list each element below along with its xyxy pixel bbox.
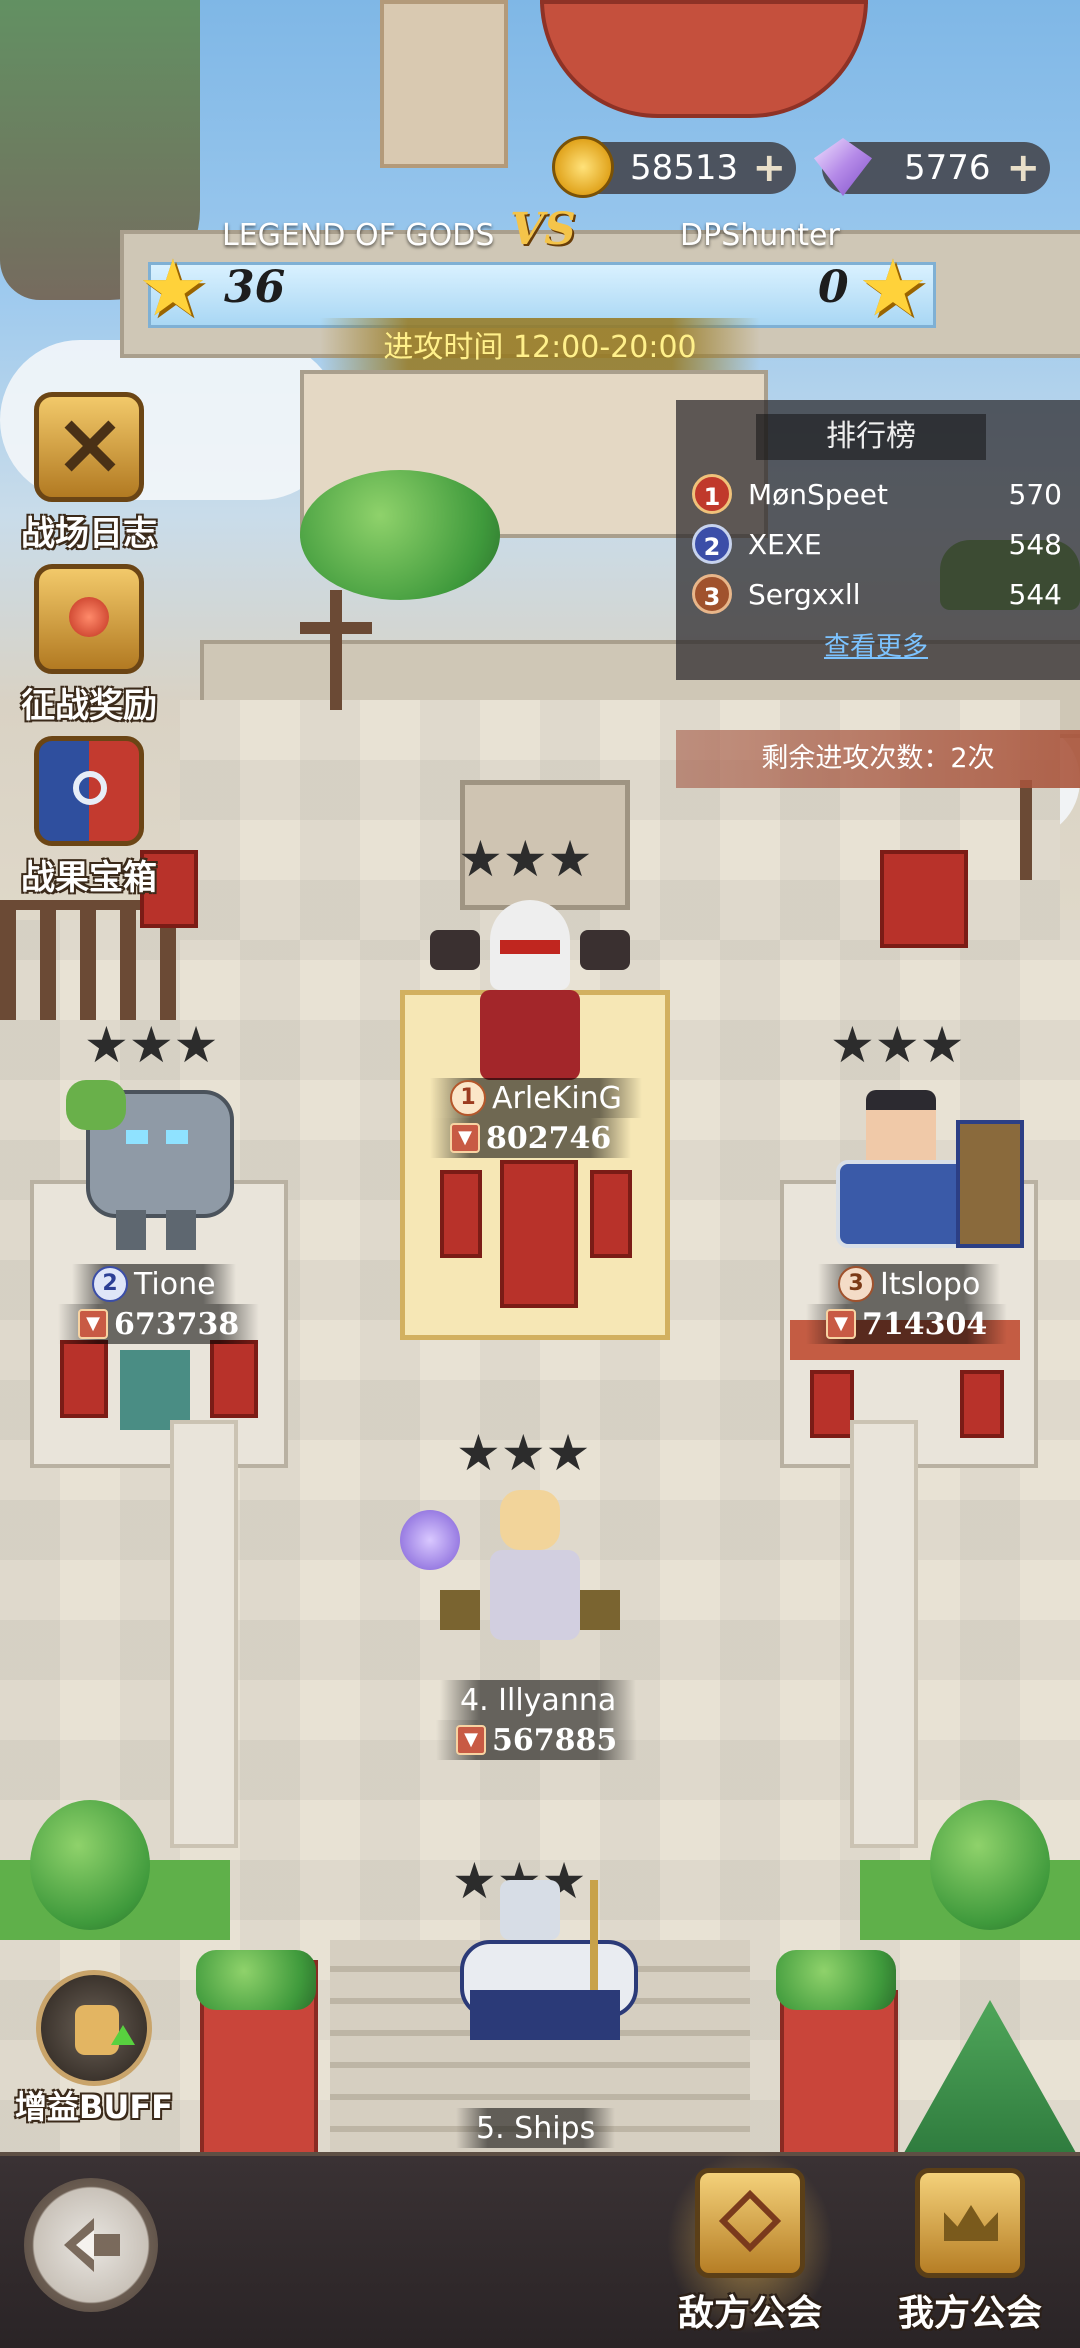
center-throne-banner-r — [590, 1170, 632, 1258]
signpost — [330, 590, 342, 710]
battle-log-button[interactable]: 战场日志 — [14, 392, 164, 555]
rank-2-icon: 2 — [92, 1266, 128, 1302]
hero-5-sprite[interactable] — [440, 1880, 650, 2050]
ranking-row: 3 Sergxxll 544 — [692, 572, 1072, 618]
lower-post-left — [170, 1420, 238, 1848]
campaign-reward-label: 征战奖励 — [21, 686, 157, 726]
hero-2-power: ▼ 673738 — [58, 1304, 260, 1344]
rank-1-medal-icon: 1 — [692, 474, 732, 514]
signpost-right — [1020, 780, 1032, 880]
castle-tower — [380, 0, 508, 168]
buff-button[interactable]: 增益BUFF — [14, 1970, 174, 2128]
ranking-row: 2 XEXE 548 — [692, 522, 1072, 568]
ranking-score: 544 — [1008, 578, 1062, 611]
hero-2-name: 2 Tione — [72, 1264, 236, 1304]
ranking-panel: 排行榜 1 MønSpeet 570 2 XEXE 548 3 Sergxxll… — [676, 400, 1080, 680]
hero-1-stars: ★★★ — [458, 830, 593, 888]
tab-enemy-guild[interactable]: 敌方公会 — [660, 2142, 840, 2342]
enemy-guild-banner-icon — [695, 2168, 805, 2278]
lower-post-right — [850, 1420, 918, 1848]
view-more-link[interactable]: 查看更多 — [824, 626, 928, 663]
planter-right-bush — [776, 1950, 896, 2010]
left-star-icon: ★ — [138, 244, 208, 334]
center-throne-banner-l — [440, 1170, 482, 1258]
hero-3-name: 3 Itslopo — [818, 1264, 1001, 1304]
signpost-arm — [300, 622, 372, 634]
treasure-chest-icon — [34, 736, 144, 846]
right-pedestal-banner-2 — [960, 1370, 1004, 1438]
ranking-score: 548 — [1008, 528, 1062, 561]
hero-4-stars: ★★★ — [456, 1424, 591, 1482]
right-pedestal-banner — [810, 1370, 854, 1438]
left-star-count: 36 — [224, 262, 286, 313]
right-star-count: 0 — [818, 262, 849, 313]
tab-my-guild[interactable]: 我方公会 — [890, 2162, 1050, 2342]
castle-dome — [540, 0, 868, 118]
back-button[interactable] — [24, 2178, 158, 2312]
hero-1-power: ▼ 802746 — [430, 1118, 632, 1158]
ranking-row: 1 MønSpeet 570 — [692, 472, 1072, 518]
hero-1-name: 1 ArleKinG — [430, 1078, 642, 1118]
spoils-chest-button[interactable]: 战果宝箱 — [14, 736, 164, 899]
gold-counter[interactable]: 58513 + — [552, 136, 796, 198]
gold-amount: 58513 — [630, 148, 739, 188]
tab-my-guild-label: 我方公会 — [897, 2293, 1042, 2334]
rank-3-medal-icon: 3 — [692, 574, 732, 614]
castle-banner-right — [880, 850, 968, 948]
center-throne-banner — [500, 1160, 578, 1308]
power-crest-icon: ▼ — [78, 1309, 108, 1339]
crossed-swords-shield-icon — [34, 392, 144, 502]
gem-counter[interactable]: 5776 + — [814, 138, 1050, 196]
spoils-chest-label: 战果宝箱 — [21, 858, 157, 898]
left-pedestal-door — [120, 1350, 190, 1430]
back-arrow-icon — [64, 2218, 120, 2272]
hero-5-name: 5. Ships — [456, 2108, 616, 2148]
ranking-name: MønSpeet — [748, 478, 889, 511]
tab-enemy-guild-label: 敌方公会 — [677, 2293, 822, 2334]
buff-label: 增益BUFF — [14, 2088, 174, 2126]
ranking-score: 570 — [1008, 478, 1062, 511]
rank-1-icon: 1 — [450, 1080, 486, 1116]
remaining-attacks-banner: 剩余进攻次数：2次 — [676, 730, 1080, 788]
hero-2-stars: ★★★ — [84, 1016, 219, 1074]
add-gold-button[interactable]: + — [752, 148, 786, 188]
right-star-icon: ★ — [858, 244, 928, 334]
hero-3-stars: ★★★ — [830, 1016, 965, 1074]
attack-time: 进攻时间 12:00-20:00 — [320, 318, 760, 370]
add-gem-button[interactable]: + — [1006, 148, 1040, 188]
bush-right — [930, 1800, 1050, 1930]
hero-1-sprite[interactable] — [430, 900, 630, 1080]
planter-left-bush — [196, 1950, 316, 2010]
hero-2-sprite[interactable] — [56, 1070, 256, 1250]
power-crest-icon: ▼ — [826, 1309, 856, 1339]
power-crest-icon: ▼ — [456, 1725, 486, 1755]
hero-3-power: ▼ 714304 — [806, 1304, 1008, 1344]
medal-shield-icon — [34, 564, 144, 674]
left-pedestal-banner-2 — [210, 1340, 258, 1418]
right-team-name: DPShunter — [680, 218, 840, 253]
rank-3-icon: 3 — [838, 1266, 874, 1302]
fist-up-arrow-icon — [36, 1970, 152, 2086]
my-guild-crown-icon — [915, 2168, 1025, 2278]
vs-icon: VS — [510, 204, 576, 255]
ranking-title: 排行榜 — [756, 414, 986, 460]
hero-4-name: 4. Illyanna — [440, 1680, 637, 1720]
gem-amount: 5776 — [904, 148, 991, 188]
power-crest-icon: ▼ — [450, 1123, 480, 1153]
hero-3-sprite[interactable] — [806, 1080, 1026, 1250]
ranking-name: Sergxxll — [748, 578, 861, 611]
campaign-reward-button[interactable]: 征战奖励 — [14, 564, 164, 727]
battle-log-label: 战场日志 — [21, 514, 157, 554]
left-team-name: LEGEND OF GODS — [222, 218, 495, 253]
bottom-bar: 敌方公会 我方公会 — [0, 2142, 1080, 2348]
hero-4-sprite[interactable] — [400, 1490, 620, 1660]
bush-left — [30, 1800, 150, 1930]
left-pedestal-banner — [60, 1340, 108, 1418]
ranking-name: XEXE — [748, 528, 822, 561]
hero-4-power: ▼ 567885 — [436, 1720, 638, 1760]
gold-coin-icon — [552, 136, 614, 198]
rank-2-medal-icon: 2 — [692, 524, 732, 564]
island-bush — [300, 470, 500, 600]
